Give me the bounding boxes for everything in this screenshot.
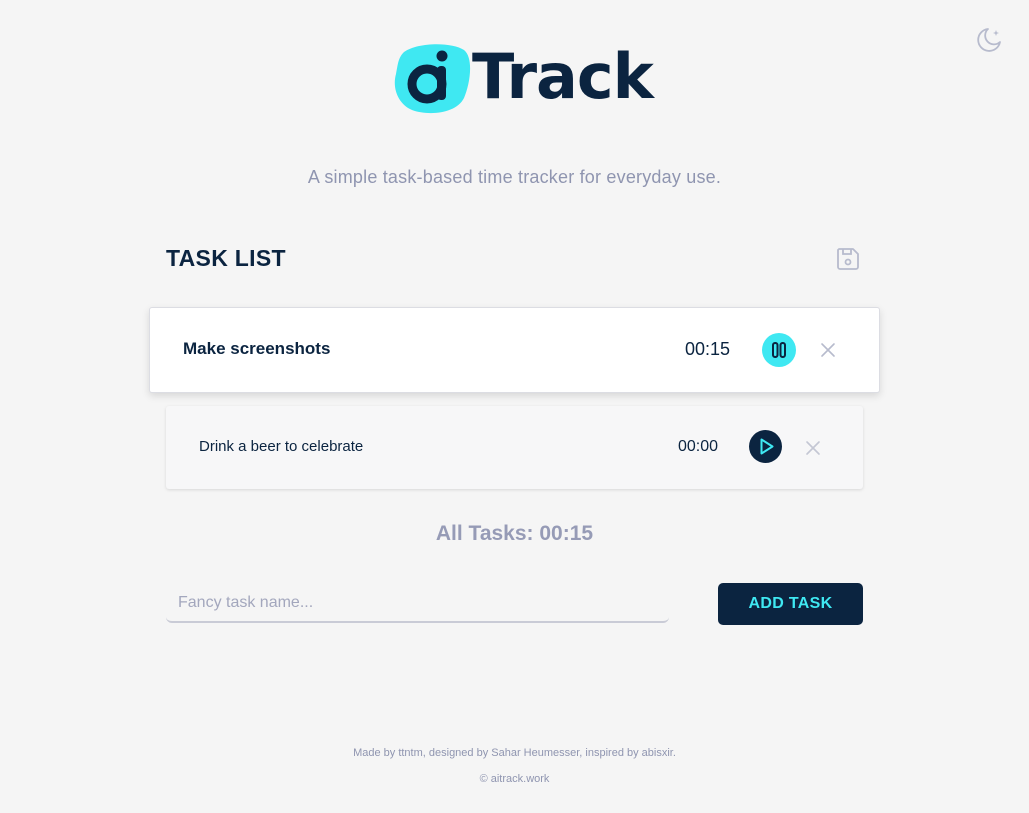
pause-button[interactable] (762, 333, 796, 367)
play-icon (760, 438, 774, 455)
task-item: Make screenshots 00:15 (149, 307, 880, 393)
task-name: Drink a beer to celebrate (199, 438, 364, 455)
task-time: 00:15 (685, 339, 731, 359)
footer-credit: Made by ttntm, designed by Sahar Heumess… (353, 747, 676, 759)
task-item: Drink a beer to celebrate 00:00 (166, 406, 863, 489)
close-icon (821, 343, 835, 357)
close-icon (806, 441, 820, 455)
app-logo: Track (394, 44, 654, 114)
save-button[interactable] (835, 246, 861, 272)
footer-copyright: © aitrack.work (479, 773, 550, 785)
task-list-title: TASK LIST (166, 245, 286, 271)
play-button[interactable] (749, 430, 782, 463)
total-time: All Tasks: 00:15 (435, 522, 594, 545)
task-name-input[interactable] (166, 584, 669, 623)
task-name: Make screenshots (183, 339, 331, 358)
tagline: A simple task-based time tracker for eve… (307, 167, 722, 187)
theme-toggle-button[interactable] (975, 26, 1003, 54)
moon-icon (977, 28, 1001, 52)
logo-blob-icon (394, 44, 471, 114)
task-time: 00:00 (678, 438, 719, 455)
delete-task-button[interactable] (819, 341, 837, 359)
delete-task-button[interactable] (804, 439, 822, 457)
add-task-button[interactable]: ADD TASK (718, 583, 863, 625)
pause-icon (772, 342, 786, 358)
logo-text: Track (472, 40, 654, 113)
save-icon (837, 248, 859, 270)
